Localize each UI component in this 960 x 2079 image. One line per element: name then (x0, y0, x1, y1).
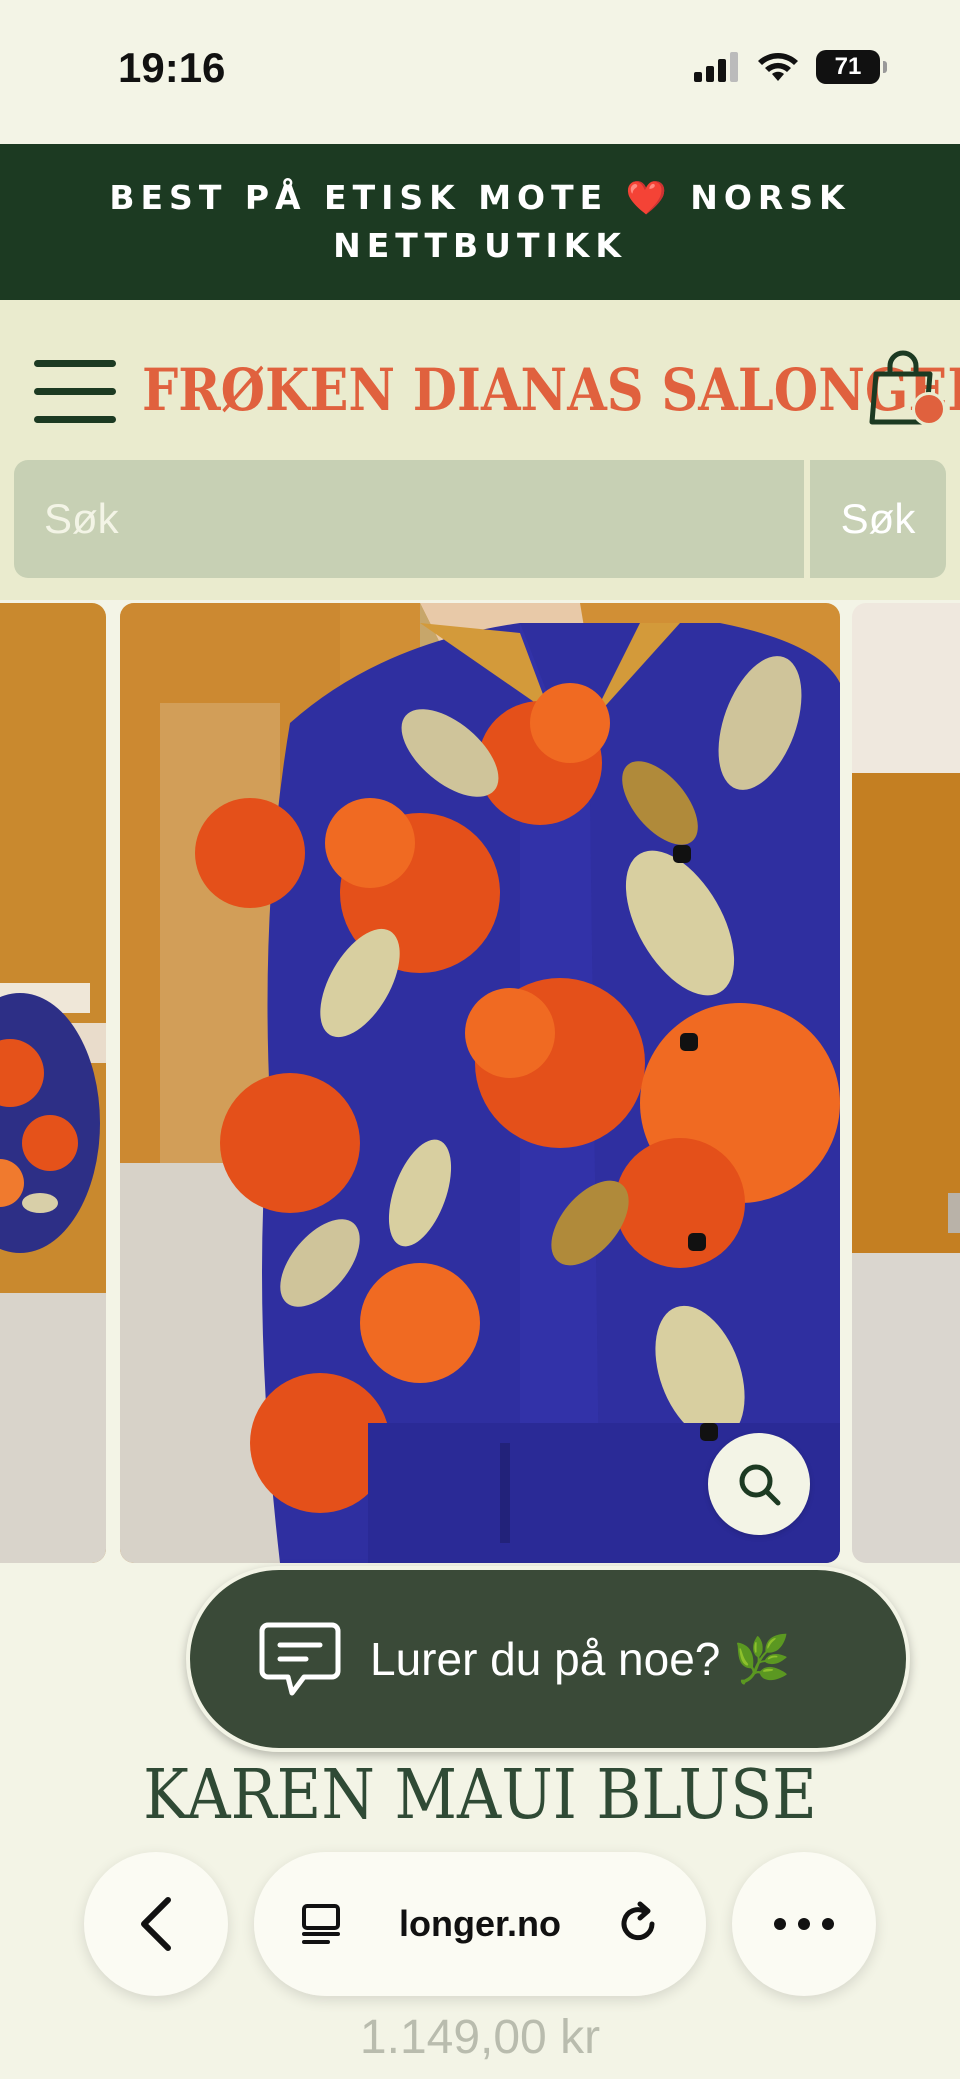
hamburger-line (34, 416, 116, 423)
chat-bubble-icon (259, 1622, 341, 1696)
product-image-main (120, 603, 840, 1563)
status-time: 19:16 (118, 44, 226, 91)
product-gallery[interactable] (0, 603, 960, 1563)
hamburger-icon (34, 360, 116, 367)
browser-more-button[interactable] (732, 1852, 876, 1996)
zoom-button[interactable] (708, 1433, 810, 1535)
search-button[interactable]: Søk (810, 460, 946, 578)
signal-icon (694, 52, 738, 82)
gallery-slide-next[interactable] (852, 603, 960, 1563)
chat-widget-button[interactable]: Lurer du på noe? 🌿 (186, 1566, 910, 1752)
wifi-icon (758, 53, 798, 81)
battery-icon: 71 (816, 50, 887, 84)
product-image-previous (0, 603, 106, 1563)
announcement-text: BEST PÅ ETISK MOTE ❤️ NORSK NETTBUTIKK (109, 178, 851, 265)
battery-level: 71 (834, 53, 862, 80)
hamburger-line (34, 388, 116, 395)
chevron-left-icon (141, 1897, 171, 1951)
reader-mode-icon (302, 1904, 340, 1944)
status-bar: 19:16 71 (0, 0, 960, 144)
announcement-bar: BEST PÅ ETISK MOTE ❤️ NORSK NETTBUTIKK (0, 144, 960, 300)
browser-address-bar[interactable]: longer.no (254, 1852, 706, 1996)
product-price: 1.149,00 kr (359, 2011, 601, 2064)
status-icons: 71 (694, 50, 887, 84)
search-bar: Søk (14, 460, 946, 578)
reload-icon[interactable] (614, 1900, 662, 1948)
search-input[interactable] (14, 460, 804, 578)
product-image-next (852, 603, 960, 1563)
site-header: FRØKEN DIANAS SALONGER Søk (0, 300, 960, 600)
cart-button[interactable] (868, 350, 948, 432)
menu-button[interactable] (34, 360, 116, 424)
product-title: KAREN MAUI BLUSE (143, 1756, 817, 1835)
gallery-slide-current[interactable] (120, 603, 840, 1563)
chat-label: Lurer du på noe? 🌿 (370, 1632, 791, 1685)
gallery-slide-previous[interactable] (0, 603, 106, 1563)
browser-back-button[interactable] (84, 1852, 228, 1996)
url-text: longer.no (399, 1903, 561, 1944)
search-icon (739, 1464, 781, 1506)
cart-badge (912, 392, 946, 426)
site-logo[interactable]: FRØKEN DIANAS SALONGER (142, 356, 960, 424)
more-icon (774, 1918, 834, 1930)
